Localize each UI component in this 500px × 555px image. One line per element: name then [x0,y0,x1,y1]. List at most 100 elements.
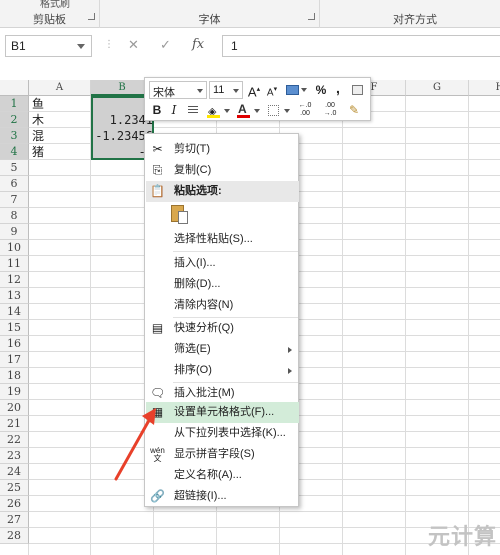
row-header-9[interactable]: 9 [0,224,29,240]
chevron-down-icon[interactable] [301,88,307,92]
formula-bar: B1 ⋮ ✕ ✓ fx 1 [0,28,500,70]
row-header-8[interactable]: 8 [0,208,29,224]
row-header-15[interactable]: 15 [0,320,29,336]
row-header-1[interactable]: 1 [0,96,29,112]
sort-label: 排序(O) [174,364,212,376]
accounting-format-button[interactable] [284,81,308,99]
menu-item-phonetic[interactable]: wén 文显示拼音字段(S) [146,444,299,465]
fill-color-button[interactable]: ◈ [205,101,231,119]
menu-item-cut[interactable]: ✂ 剪切(T) [146,139,299,160]
chevron-down-icon[interactable] [233,89,239,93]
format-painter-label[interactable]: 格式刷 [40,0,70,10]
font-color-button[interactable]: A [235,101,261,119]
row-header-3[interactable]: 3 [0,128,29,144]
clipboard-launcher-icon[interactable] [88,13,95,20]
column-header-h[interactable]: H [469,80,500,96]
row-header-23[interactable]: 23 [0,448,29,464]
row-header-27[interactable]: 27 [0,512,29,528]
row-header-14[interactable]: 14 [0,304,29,320]
menu-item-define-name[interactable]: 定义名称(A)... [146,465,299,486]
clear-format-button[interactable]: ✎ [345,101,363,119]
cell-a3[interactable]: 混 [32,128,44,144]
row-header-22[interactable]: 22 [0,432,29,448]
row-header-6[interactable]: 6 [0,176,29,192]
italic-button[interactable]: I [167,101,181,119]
name-box[interactable]: B1 [5,35,92,57]
font-size-box[interactable]: 11 [209,81,243,99]
paint-bucket-icon: ◈ [208,106,217,118]
row-header-20[interactable]: 20 [0,400,29,416]
menu-item-sort[interactable]: 排序(O) [146,360,299,381]
menu-item-copy-label: 复制(C) [174,164,212,176]
insert-label: 插入(I)... [174,257,216,269]
menu-item-insert-comment[interactable]: 🗨 插入批注(M) [146,383,299,404]
row-header-4[interactable]: 4 [0,144,29,160]
align-center-button[interactable] [185,101,201,119]
row-header-21[interactable]: 21 [0,416,29,432]
comma-style-button[interactable]: , [331,79,345,97]
font-group-label: 字体 [198,14,221,26]
cancel-icon[interactable]: ✕ [128,37,139,53]
phonetic-label: 显示拼音字段(S) [174,448,255,460]
cell-a2[interactable]: 木 [32,112,44,128]
row-header-26[interactable]: 26 [0,496,29,512]
row-header-24[interactable]: 24 [0,464,29,480]
menu-item-pick-from-list[interactable]: 从下拉列表中选择(K)... [146,423,299,444]
font-launcher-icon[interactable] [308,13,315,20]
font-size-value: 11 [213,84,225,96]
percent-style-button[interactable]: % [313,81,329,99]
menu-item-insert[interactable]: 插入(I)... [146,253,299,274]
row-header-7[interactable]: 7 [0,192,29,208]
chevron-down-icon[interactable] [77,44,85,49]
menu-item-hyperlink[interactable]: 🔗 超链接(I)... [146,486,299,507]
annotation-arrow [114,408,156,481]
row-header-5[interactable]: 5 [0,160,29,176]
cell-a1[interactable]: 鱼 [32,96,44,112]
column-header-a[interactable]: A [29,80,91,96]
font-name-box[interactable]: 宋体 [149,81,207,99]
row-header-25[interactable]: 25 [0,480,29,496]
row-header-18[interactable]: 18 [0,368,29,384]
increase-decimal-button[interactable]: ←.0 .00 [294,101,316,119]
row-header-16[interactable]: 16 [0,336,29,352]
bold-button[interactable]: B [150,101,164,119]
formula-value: 1 [231,39,238,53]
row-header-2[interactable]: 2 [0,112,29,128]
borders-button[interactable] [265,101,291,119]
chevron-down-icon[interactable] [224,109,230,113]
delete-label: 删除(D)... [174,278,221,290]
menu-item-paste-special[interactable]: 选择性粘贴(S)... [146,229,299,250]
select-all-corner[interactable] [0,80,29,96]
menu-item-clear-contents[interactable]: 清除内容(N) [146,295,299,316]
row-header-28[interactable]: 28 [0,528,29,544]
decrease-decimal-button[interactable]: .00 →.0 [319,101,341,119]
format-painter-button[interactable] [349,81,367,99]
grow-font-button[interactable]: A▴ [247,81,261,99]
fill-color-swatch [207,115,220,118]
menu-item-delete[interactable]: 删除(D)... [146,274,299,295]
row-header-12[interactable]: 12 [0,272,29,288]
row-header-17[interactable]: 17 [0,352,29,368]
clipboard-group-label: 剪贴板 [33,14,66,26]
shrink-font-button[interactable]: A▾ [265,81,279,99]
menu-item-format-cells[interactable]: ▦ 设置单元格格式(F)... [146,402,299,423]
row-header-11[interactable]: 11 [0,256,29,272]
insert-function-icon[interactable]: fx [192,37,204,52]
chevron-down-icon[interactable] [254,109,260,113]
enter-icon[interactable]: ✓ [160,37,171,53]
menu-header-paste-options: 📋 粘贴选项: [146,181,299,202]
menu-item-quick-analysis[interactable]: ▤ 快速分析(Q) [146,318,299,339]
row-header-10[interactable]: 10 [0,240,29,256]
chevron-down-icon[interactable] [197,89,203,93]
format-cells-label: 设置单元格格式(F)... [174,406,275,418]
row-header-13[interactable]: 13 [0,288,29,304]
cell-a4[interactable]: 猪 [32,144,44,160]
column-header-g[interactable]: G [406,80,469,96]
menu-item-copy[interactable]: ⎘ 复制(C) [146,160,299,181]
row-header-19[interactable]: 19 [0,384,29,400]
menu-item-filter[interactable]: 筛选(E) [146,339,299,360]
formula-input[interactable]: 1 [222,35,500,57]
paste-button[interactable] [169,204,191,228]
chevron-down-icon[interactable] [284,109,290,113]
clipboard-icon: 📋 [150,184,165,198]
